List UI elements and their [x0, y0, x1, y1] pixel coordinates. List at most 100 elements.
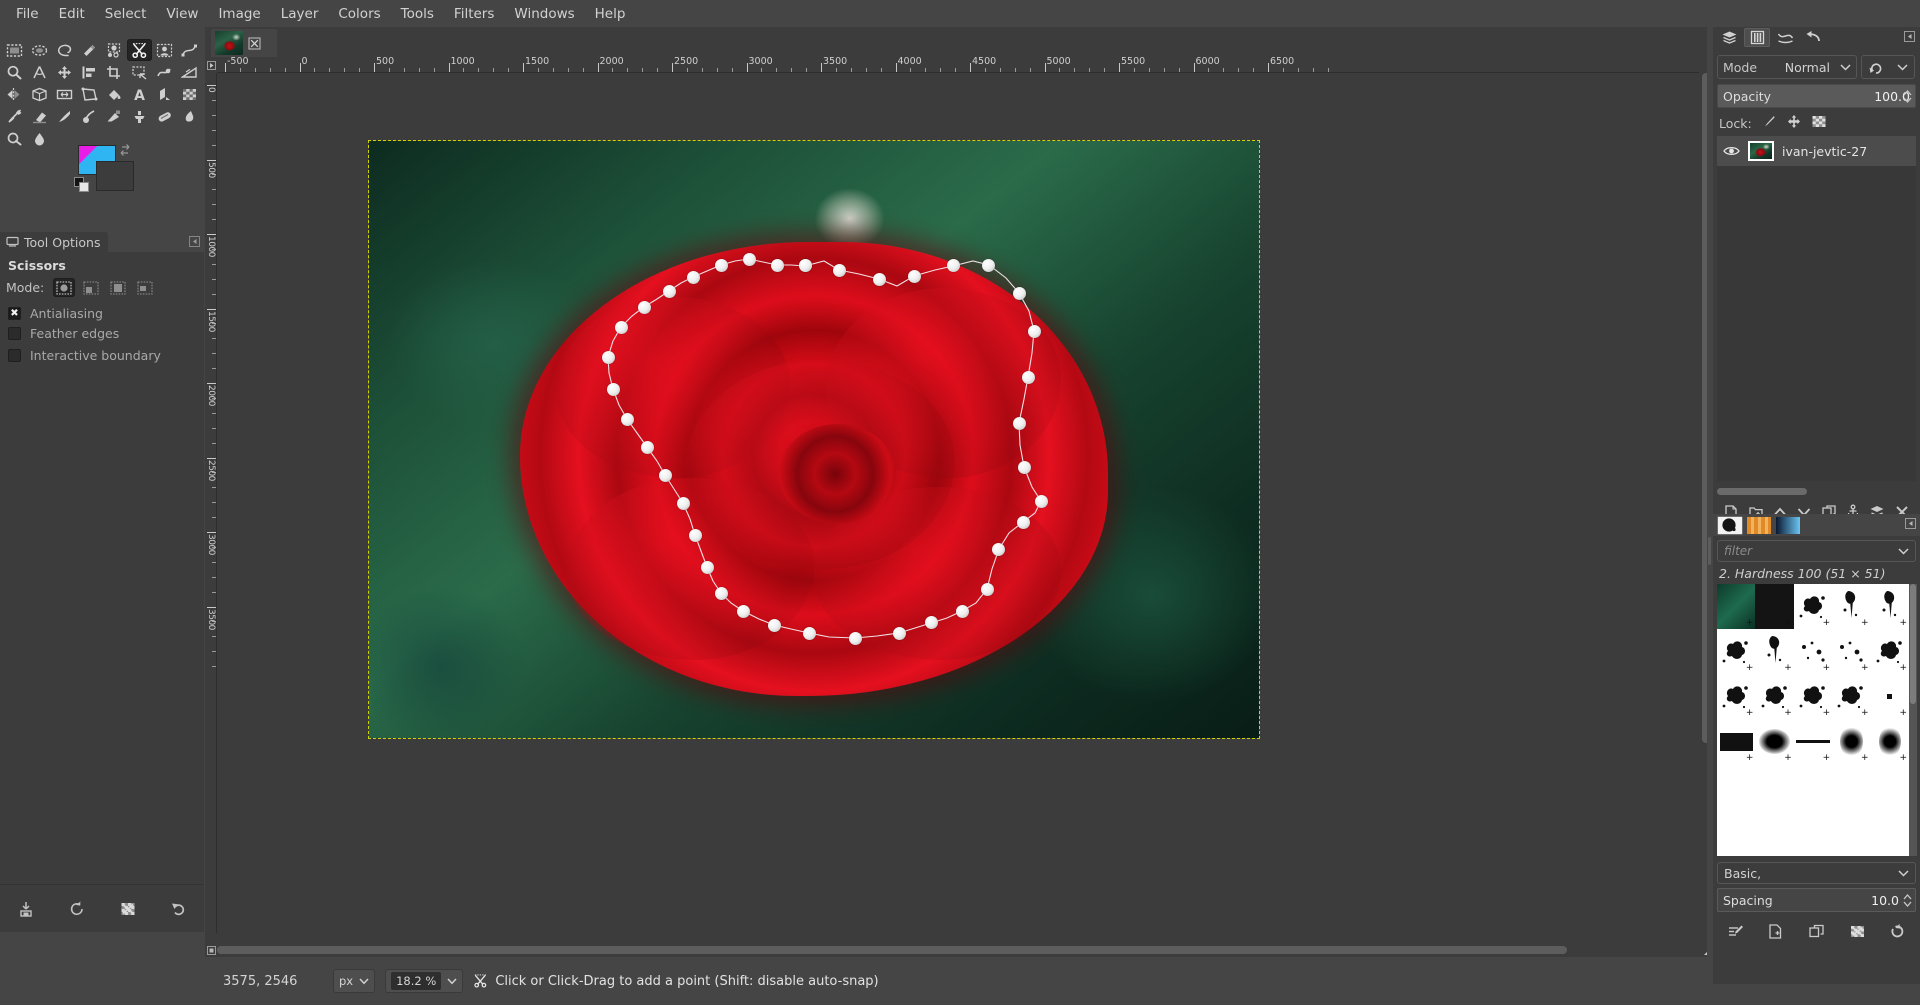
warp-transform-icon[interactable] — [152, 61, 177, 83]
flip-icon[interactable] — [2, 83, 27, 105]
menu-colors[interactable]: Colors — [328, 3, 390, 25]
tab-patterns[interactable] — [1746, 516, 1772, 535]
zoom-icon[interactable] — [2, 61, 27, 83]
layer-list-scrollbar[interactable] — [1717, 485, 1916, 496]
brush-grid-scrollbar[interactable] — [1909, 584, 1917, 856]
canvas-viewport[interactable] — [217, 73, 1699, 933]
brush-swatch[interactable]: + — [1832, 719, 1870, 764]
new-brush-button[interactable] — [1763, 918, 1789, 944]
feather-edges-checkbox[interactable] — [8, 327, 21, 340]
selection-anchor-point[interactable] — [658, 468, 672, 482]
selection-anchor-point[interactable] — [606, 382, 620, 396]
selection-anchor-point[interactable] — [955, 604, 969, 618]
interactive-boundary-option[interactable]: Interactive boundary — [8, 348, 161, 363]
subtract-from-selection-mode-button[interactable] — [107, 278, 129, 297]
selection-anchor-point[interactable] — [714, 586, 728, 600]
blur-sharpen-icon[interactable] — [27, 127, 52, 149]
selection-anchor-point[interactable] — [1012, 286, 1026, 300]
brush-filter-input[interactable]: filter — [1717, 540, 1916, 562]
replace-selection-mode-button[interactable] — [53, 278, 76, 297]
menu-tools[interactable]: Tools — [391, 3, 444, 25]
tab-tool-options[interactable]: Tool Options — [0, 232, 109, 252]
selection-anchor-point[interactable] — [601, 350, 615, 364]
scissors-select-icon[interactable] — [127, 39, 152, 61]
unit-selector[interactable]: px — [333, 969, 376, 993]
selection-anchor-point[interactable] — [980, 582, 994, 596]
selection-anchor-point[interactable] — [907, 269, 921, 283]
selection-anchor-point[interactable] — [924, 616, 938, 630]
align-icon[interactable] — [77, 61, 102, 83]
selection-anchor-point[interactable] — [676, 496, 690, 510]
selection-anchor-point[interactable] — [872, 272, 886, 286]
restore-tool-preset-button[interactable] — [64, 896, 90, 922]
brush-swatch[interactable]: + — [1871, 719, 1909, 764]
swap-colors-icon[interactable] — [118, 143, 132, 157]
tab-channels[interactable] — [1744, 28, 1770, 47]
brush-swatch[interactable]: + — [1717, 584, 1756, 629]
selection-anchor-point[interactable] — [640, 440, 654, 454]
selection-anchor-point[interactable] — [1021, 370, 1035, 384]
quick-mask-toggle-icon[interactable] — [205, 943, 217, 957]
brush-swatch[interactable]: + — [1794, 629, 1832, 674]
delete-tool-preset-button[interactable] — [115, 896, 141, 922]
clone-icon[interactable] — [127, 105, 152, 127]
menu-layer[interactable]: Layer — [271, 3, 329, 25]
transform-icon[interactable] — [127, 61, 152, 83]
menu-help[interactable]: Help — [585, 3, 636, 25]
fuzzy-select-icon[interactable] — [77, 39, 102, 61]
eye-icon[interactable] — [1723, 143, 1740, 160]
measure-icon[interactable] — [27, 61, 52, 83]
selection-anchor-point[interactable] — [614, 320, 628, 334]
horizontal-ruler[interactable]: -500 0 500 1000 1500 2000 2500 3000 3500 4000 4500… — [217, 57, 1699, 73]
zoom-selector[interactable]: 18.2 % — [385, 969, 464, 993]
duplicate-brush-button[interactable] — [1803, 918, 1829, 944]
panel-menu-icon[interactable] — [1904, 31, 1916, 43]
select-by-color-icon[interactable] — [102, 39, 127, 61]
delete-brush-button[interactable] — [1844, 918, 1870, 944]
bucket-fill-icon[interactable] — [102, 83, 127, 105]
zoom-value[interactable]: 18.2 % — [391, 972, 442, 990]
antialiasing-checkbox[interactable] — [8, 307, 21, 320]
brush-swatch[interactable]: + — [1717, 719, 1755, 764]
menu-image[interactable]: Image — [208, 3, 270, 25]
menu-select[interactable]: Select — [95, 3, 157, 25]
menu-file[interactable]: File — [6, 3, 49, 25]
brush-swatch[interactable]: + — [1794, 719, 1832, 764]
brush-swatch[interactable]: + — [1755, 719, 1793, 764]
selection-anchor-point[interactable] — [637, 300, 651, 314]
selection-anchor-point[interactable] — [620, 412, 634, 426]
text-icon[interactable]: A — [127, 83, 152, 105]
opacity-slider[interactable]: Opacity 100.0 — [1717, 84, 1916, 108]
background-color-swatch[interactable] — [96, 161, 134, 191]
brush-swatch[interactable]: + — [1832, 584, 1870, 629]
selection-anchor-point[interactable] — [1027, 324, 1041, 338]
selection-anchor-point[interactable] — [662, 284, 676, 298]
list-item[interactable]: ivan-jevtic-27 — [1717, 136, 1916, 166]
lock-position-icon[interactable] — [1786, 114, 1802, 133]
selection-anchor-point[interactable] — [1034, 494, 1048, 508]
brush-swatch[interactable]: + — [1832, 629, 1870, 674]
reset-tool-options-button[interactable] — [166, 896, 192, 922]
menu-filters[interactable]: Filters — [444, 3, 504, 25]
rectangle-select-icon[interactable] — [2, 39, 27, 61]
selection-anchor-point[interactable] — [832, 263, 846, 277]
brush-swatch[interactable]: + — [1871, 584, 1909, 629]
image-canvas[interactable] — [368, 140, 1260, 739]
brush-grid[interactable]: + + + + + + + + + + + + + + + + + + + + — [1717, 584, 1909, 856]
tab-undo-history[interactable] — [1800, 28, 1826, 47]
brush-swatch[interactable]: + — [1717, 629, 1755, 674]
interactive-boundary-checkbox[interactable] — [8, 349, 21, 362]
heal-icon[interactable] — [152, 105, 177, 127]
selection-anchor-point[interactable] — [1016, 515, 1030, 529]
tab-gradients[interactable] — [1775, 516, 1801, 535]
selection-anchor-point[interactable] — [802, 626, 816, 640]
brush-swatch[interactable]: + — [1871, 629, 1909, 674]
crop-icon[interactable] — [102, 61, 127, 83]
tab-paths[interactable] — [1772, 28, 1798, 47]
selection-anchor-point[interactable] — [742, 252, 756, 266]
brush-swatch[interactable]: + — [1755, 584, 1794, 629]
refresh-brushes-button[interactable] — [1885, 918, 1911, 944]
selection-anchor-point[interactable] — [848, 631, 862, 645]
foreground-select-icon[interactable] — [152, 39, 177, 61]
panel-menu-icon[interactable] — [189, 236, 200, 247]
